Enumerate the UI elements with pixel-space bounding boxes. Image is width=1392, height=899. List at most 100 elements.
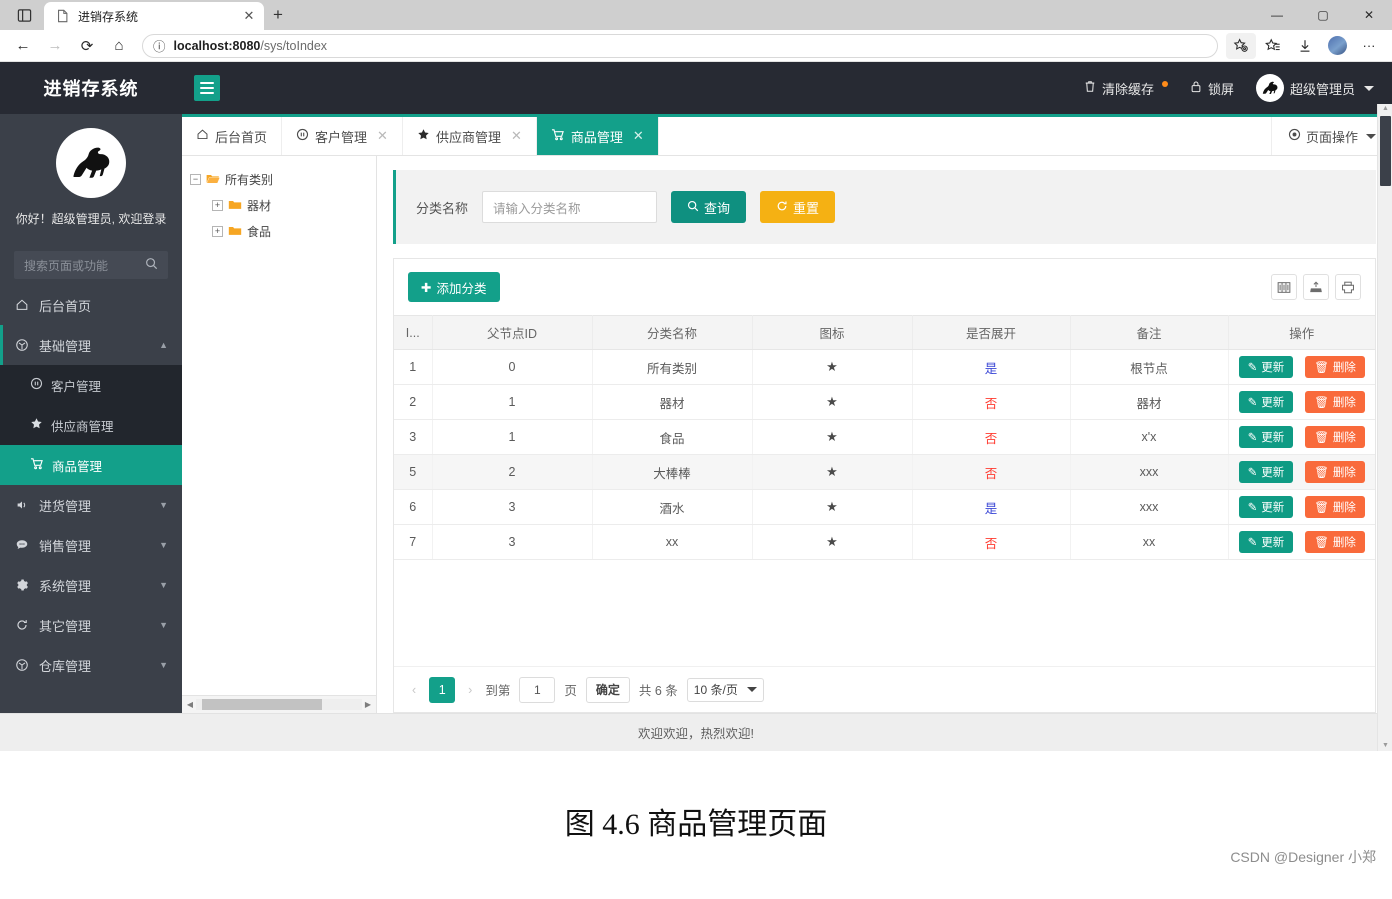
page-scrollbar[interactable]: ▲ ▼: [1377, 104, 1392, 751]
tab-close-icon[interactable]: ✕: [511, 128, 522, 144]
column-parent-id[interactable]: 父节点ID: [432, 315, 593, 350]
tree-node-equipment[interactable]: + 器材: [190, 192, 368, 218]
sidebar-item-home[interactable]: 后台首页: [0, 285, 182, 325]
scroll-up-icon[interactable]: ▲: [1378, 105, 1392, 112]
delete-button[interactable]: 🗑 删除: [1305, 391, 1365, 413]
sidebar-item-warehouse-management[interactable]: 仓库管理 ▼: [0, 645, 182, 685]
sidebar-item-sales-management[interactable]: 销售管理 ▼: [0, 525, 182, 565]
pencil-icon: ✎: [1247, 537, 1258, 549]
sidebar-item-customer-management[interactable]: 客户管理: [0, 365, 182, 405]
content-area: 后台首页 客户管理 ✕ 供应商管理 ✕ 商品管理 ✕ 页面操作 − 所有类别 +…: [182, 114, 1392, 713]
next-page-button[interactable]: ›: [464, 683, 476, 697]
tab-customer-management[interactable]: 客户管理 ✕: [282, 117, 403, 155]
back-icon[interactable]: ←: [8, 32, 38, 60]
more-icon[interactable]: ···: [1354, 33, 1384, 59]
reset-button[interactable]: 重置: [760, 191, 836, 223]
table-row[interactable]: 7 3 xx ★ 否 xx ✎ 更新 🗑 删除: [394, 524, 1375, 560]
table-row[interactable]: 2 1 器材 ★ 否器材 ✎ 更新 🗑 删除: [394, 384, 1375, 420]
goto-page-input[interactable]: 1: [519, 676, 556, 703]
window-close-button[interactable]: ✕: [1346, 0, 1392, 30]
delete-button[interactable]: 🗑 删除: [1305, 496, 1365, 518]
update-button[interactable]: ✎ 更新: [1238, 496, 1294, 518]
tree-node-food[interactable]: + 食品: [190, 218, 368, 244]
tree-node-all-categories[interactable]: − 所有类别: [190, 166, 368, 192]
favorite-star-icon[interactable]: [1226, 32, 1256, 59]
column-actions[interactable]: 操作: [1228, 315, 1375, 350]
table-row[interactable]: 1 0 所有类别 ★ 是根节点 ✎ 更新 🗑 删除: [394, 349, 1375, 385]
sidebar-item-product-management[interactable]: 商品管理: [0, 445, 182, 485]
export-icon[interactable]: [1303, 274, 1329, 300]
clear-cache-button[interactable]: 清除缓存: [1084, 79, 1168, 98]
sidebar-item-basic-management[interactable]: 基础管理 ▲: [0, 325, 182, 365]
tab-close-icon[interactable]: ✕: [633, 128, 644, 144]
page-action-menu[interactable]: 页面操作: [1270, 117, 1392, 155]
sidebar-item-other-management[interactable]: 其它管理 ▼: [0, 605, 182, 645]
downloads-icon[interactable]: [1290, 33, 1320, 59]
goto-confirm-button[interactable]: 确定: [585, 676, 630, 703]
browser-tab-close-icon[interactable]: ✕: [240, 8, 258, 24]
browser-sidebar-toggle[interactable]: [4, 1, 44, 29]
search-button[interactable]: 查询: [671, 191, 747, 223]
update-button[interactable]: ✎ 更新: [1238, 356, 1294, 378]
collections-icon[interactable]: [1258, 33, 1288, 59]
table-row[interactable]: 5 2 大棒棒 ★ 否 xxx ✎ 更新 🗑 删除: [394, 454, 1375, 490]
scroll-right-icon[interactable]: ▶: [362, 700, 374, 709]
sidebar-item-system-management[interactable]: 系统管理 ▼: [0, 565, 182, 605]
search-icon[interactable]: [145, 257, 158, 273]
tree-expand-icon[interactable]: +: [212, 225, 223, 237]
column-expanded[interactable]: 是否展开: [912, 315, 1071, 350]
scroll-down-icon[interactable]: ▼: [1378, 742, 1392, 749]
sidebar-item-purchase-management[interactable]: 进货管理 ▼: [0, 485, 182, 525]
home-icon[interactable]: ⌂: [104, 32, 134, 60]
user-menu[interactable]: 超级管理员: [1255, 74, 1374, 102]
site-info-icon[interactable]: ⓘ: [153, 36, 166, 55]
delete-button[interactable]: 🗑 删除: [1305, 461, 1365, 483]
update-button[interactable]: ✎ 更新: [1238, 531, 1294, 553]
column-remark[interactable]: 备注: [1070, 315, 1229, 350]
table-row[interactable]: 6 3 酒水 ★ 是 xxx ✎ 更新 🗑 删除: [394, 489, 1375, 525]
page-size-select[interactable]: 10 条/页: [686, 677, 764, 702]
scrollbar-thumb[interactable]: [1380, 116, 1391, 186]
update-button[interactable]: ✎ 更新: [1238, 426, 1294, 448]
window-maximize-button[interactable]: ▢: [1300, 0, 1346, 30]
sidebar-item-supplier-management[interactable]: 供应商管理: [0, 405, 182, 445]
scroll-left-icon[interactable]: ◀: [184, 700, 196, 709]
tab-product-management[interactable]: 商品管理 ✕: [536, 117, 659, 155]
address-bar[interactable]: ⓘ localhost:8080/sys/toIndex: [142, 33, 1218, 58]
delete-button[interactable]: 🗑 删除: [1305, 531, 1365, 553]
profile-avatar[interactable]: [1322, 33, 1352, 59]
scrollbar-thumb[interactable]: [202, 699, 322, 710]
update-button[interactable]: ✎ 更新: [1238, 461, 1294, 483]
table-row[interactable]: 3 1 食品 ★ 否 x'x ✎ 更新 🗑 删除: [394, 419, 1375, 455]
column-category-name[interactable]: 分类名称: [592, 315, 753, 350]
scrollbar-track[interactable]: [196, 699, 362, 710]
delete-button[interactable]: 🗑 删除: [1305, 426, 1365, 448]
delete-button[interactable]: 🗑 删除: [1305, 356, 1365, 378]
tab-home[interactable]: 后台首页: [182, 117, 283, 155]
columns-icon[interactable]: [1271, 274, 1297, 300]
tree-collapse-icon[interactable]: −: [190, 173, 201, 185]
browser-tab[interactable]: 进销存系统 ✕: [44, 2, 264, 30]
gear-icon: [14, 578, 30, 592]
page-number-1[interactable]: 1: [429, 676, 456, 703]
reload-icon[interactable]: ⟳: [72, 32, 102, 60]
hamburger-icon[interactable]: [194, 75, 220, 101]
sidebar-search-input[interactable]: 搜索页面或功能: [14, 251, 168, 279]
window-minimize-button[interactable]: —: [1254, 0, 1300, 30]
page-icon: [56, 9, 70, 23]
lock-screen-button[interactable]: 锁屏: [1190, 79, 1234, 98]
column-icon[interactable]: 图标: [752, 315, 913, 350]
tree-expand-icon[interactable]: +: [212, 199, 223, 211]
forward-icon[interactable]: →: [40, 32, 70, 60]
column-id[interactable]: I...: [394, 315, 433, 350]
tree-horizontal-scrollbar[interactable]: ◀ ▶: [182, 695, 376, 713]
prev-page-button[interactable]: ‹: [408, 683, 420, 697]
update-button[interactable]: ✎ 更新: [1238, 391, 1294, 413]
category-name-input[interactable]: 请输入分类名称: [482, 191, 658, 223]
add-category-button[interactable]: ✚ 添加分类: [408, 272, 500, 302]
new-tab-button[interactable]: +: [264, 1, 292, 29]
print-icon[interactable]: [1335, 274, 1361, 300]
tab-close-icon[interactable]: ✕: [377, 128, 388, 144]
tab-supplier-management[interactable]: 供应商管理 ✕: [403, 117, 537, 155]
clear-cache-label: 清除缓存: [1101, 81, 1154, 97]
